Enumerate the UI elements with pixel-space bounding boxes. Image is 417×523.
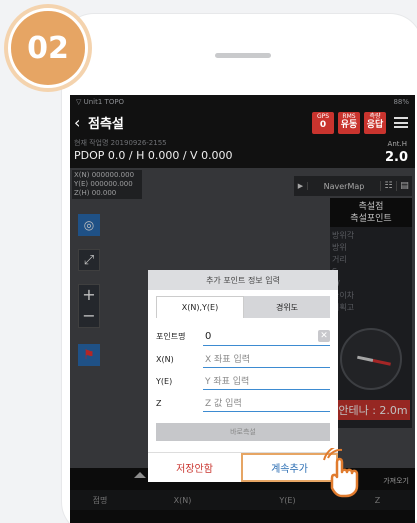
z-field: Z Z 값 입력 <box>156 390 330 412</box>
step-badge: 02 <box>8 8 88 88</box>
antenna-height-label: Ant.H <box>387 140 407 148</box>
clear-icon[interactable]: ✕ <box>318 330 330 342</box>
status-badges: GPS 0 RMS 유동 측량 응답 <box>312 111 386 134</box>
stage: 02 ▽ Unit1 TOPO 88% ‹ 점측설 GPS 0 RMS 유동 측… <box>0 0 417 523</box>
status-left: ▽ Unit1 TOPO <box>76 98 125 106</box>
rms-badge-value: 유동 <box>340 119 358 130</box>
tap-hand-icon <box>323 448 359 498</box>
gps-badge[interactable]: GPS 0 <box>312 111 334 134</box>
antenna-height-value: 2.0 <box>384 150 408 165</box>
gps-badge-value: 0 <box>319 119 327 130</box>
survey-badge[interactable]: 측량 응답 <box>364 111 386 134</box>
point-name-input[interactable]: 0 ✕ <box>203 328 330 346</box>
z-input[interactable]: Z 값 입력 <box>203 394 330 412</box>
title-bar: ‹ 점측설 GPS 0 RMS 유동 측량 응답 <box>70 109 415 136</box>
coordinate-tabs: X(N),Y(E) 경위도 <box>156 296 330 318</box>
x-label: X(N) <box>156 355 174 364</box>
dialog-title: 추가 포인트 정보 입력 <box>148 270 338 290</box>
back-icon[interactable]: ‹ <box>74 114 88 131</box>
job-name: 현재 작업명 20190926-2155 <box>74 139 167 147</box>
no-save-button[interactable]: 저장안함 <box>148 453 241 482</box>
pdop-readout: PDOP 0.0 / H 0.000 / V 0.000 <box>74 149 233 162</box>
point-name-field: 포인트명 0 ✕ <box>156 324 330 346</box>
y-field: Y(E) Y 좌표 입력 <box>156 368 330 390</box>
rms-badge[interactable]: RMS 유동 <box>338 111 360 134</box>
point-name-value: 0 <box>205 331 212 342</box>
y-label: Y(E) <box>156 377 173 386</box>
y-input[interactable]: Y 좌표 입력 <box>203 372 330 390</box>
status-bar: ▽ Unit1 TOPO 88% <box>70 95 415 109</box>
phone-speaker <box>215 53 271 58</box>
tab-latlon[interactable]: 경위도 <box>244 296 330 318</box>
add-point-dialog: 추가 포인트 정보 입력 X(N),Y(E) 경위도 포인트명 0 ✕ X(N)… <box>148 270 338 482</box>
info-bar: 현재 작업명 20190926-2155 PDOP 0.0 / H 0.000 … <box>70 136 415 168</box>
measure-now-button[interactable]: 바로측설 <box>156 423 330 441</box>
z-label: Z <box>156 399 162 408</box>
tab-xy[interactable]: X(N),Y(E) <box>156 296 244 318</box>
x-field: X(N) X 좌표 입력 <box>156 346 330 368</box>
survey-badge-value: 응답 <box>366 119 384 130</box>
dialog-actions: 저장안함 계속추가 <box>148 452 338 482</box>
page-title: 점측설 <box>88 117 124 132</box>
x-input[interactable]: X 좌표 입력 <box>203 350 330 368</box>
menu-icon[interactable] <box>394 117 408 128</box>
point-name-label: 포인트명 <box>156 332 186 341</box>
battery-level: 88% <box>393 98 409 106</box>
